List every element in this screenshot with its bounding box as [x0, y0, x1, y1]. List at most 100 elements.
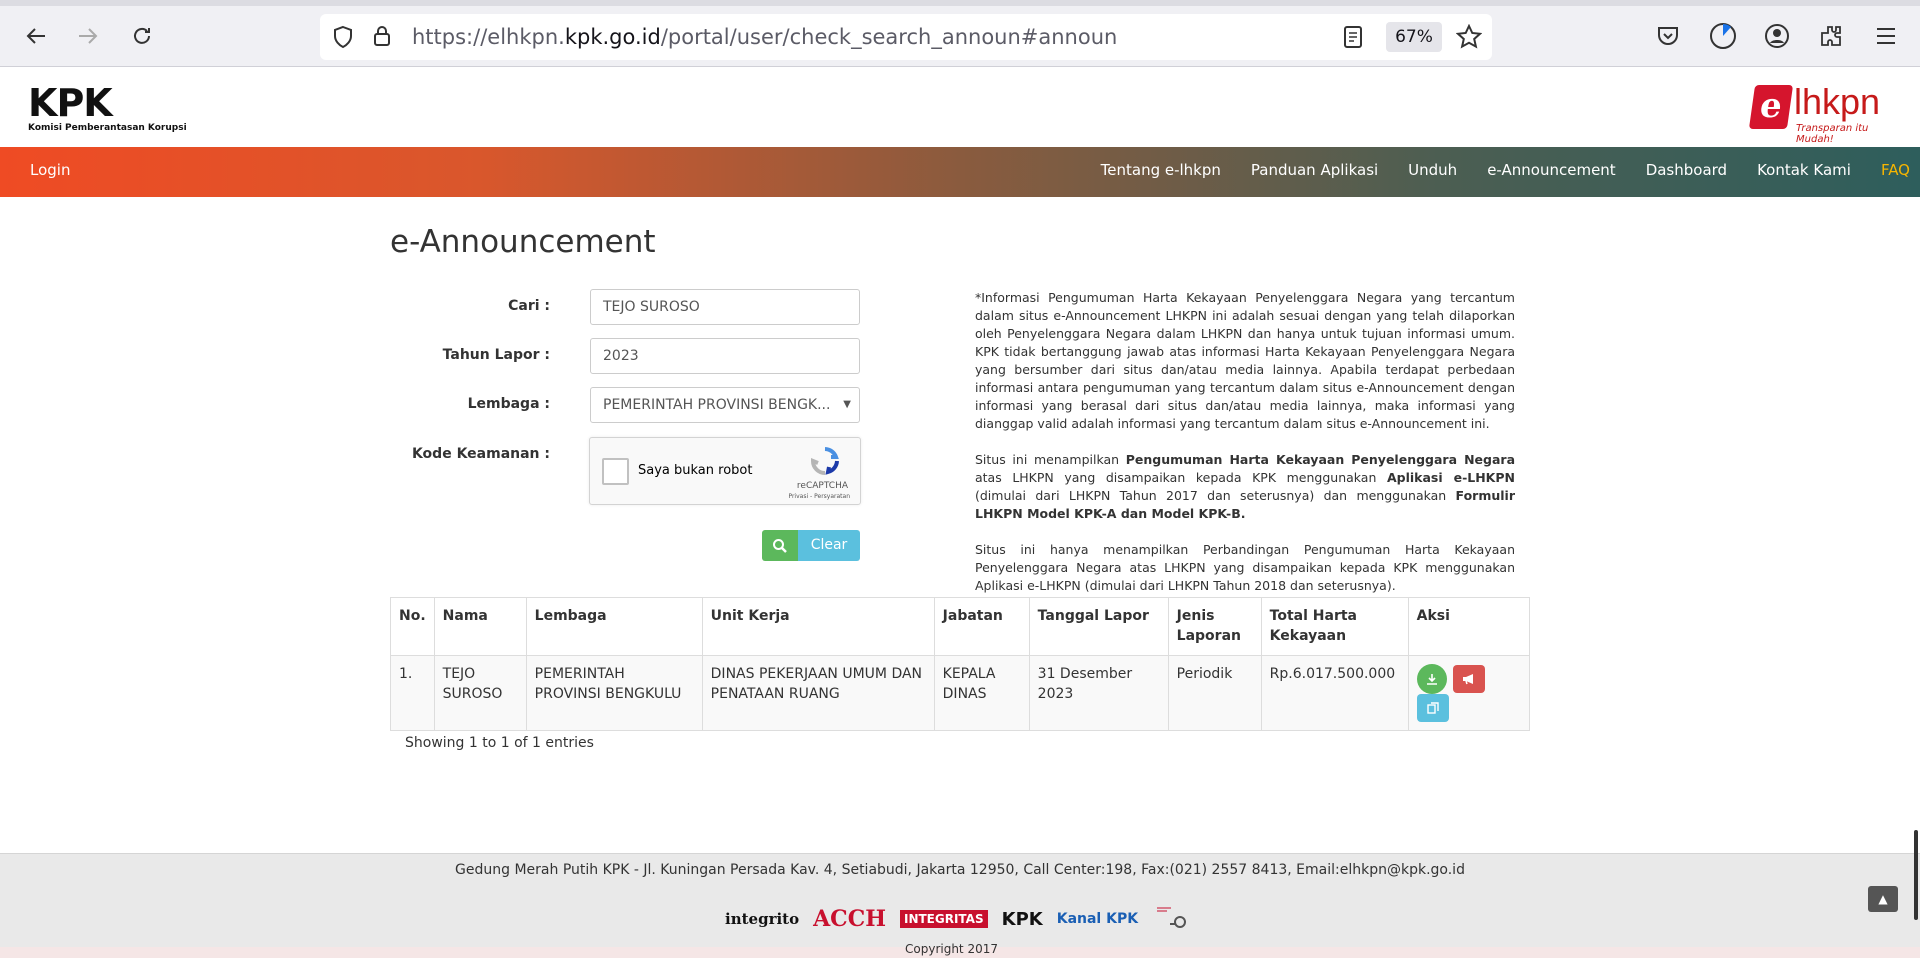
kanal-kpk-logo[interactable]: Kanal KPK	[1057, 911, 1138, 927]
acch-logo[interactable]: ACCH	[813, 906, 886, 932]
url-suffix: /portal/user/check_search_announ#announ	[660, 25, 1118, 49]
download-button[interactable]	[1416, 664, 1447, 694]
url-bar[interactable]: https://elhkpn.kpk.go.id/portal/user/che…	[320, 14, 1492, 60]
recaptcha-widget: Saya bukan robot reCAPTCHA Privasi - Per…	[589, 437, 861, 505]
account-icon[interactable]	[1761, 20, 1793, 52]
integritas-logo[interactable]: INTEGRITAS	[899, 910, 988, 928]
col-header-unit-kerja[interactable]: Unit Kerja	[701, 597, 935, 656]
info-p2-a: Situs ini menampilkan	[975, 452, 1126, 467]
cari-input[interactable]: TEJO SUROSO	[590, 289, 860, 325]
login-link[interactable]: Login	[30, 161, 70, 179]
nav-menu: Tentang e-lhkpn Panduan Aplikasi Unduh e…	[1101, 161, 1920, 179]
megaphone-icon	[1463, 674, 1474, 685]
tahun-row: Tahun Lapor : 2023	[390, 338, 860, 374]
scrollbar-thumb[interactable]	[1914, 830, 1918, 920]
compare-button[interactable]	[1416, 694, 1449, 722]
search-button[interactable]	[762, 530, 798, 561]
tab-strip-edge	[0, 0, 1920, 6]
col-header-jabatan[interactable]: Jabatan	[933, 597, 1030, 656]
col-header-no[interactable]: No.	[390, 597, 435, 656]
info-p2-e: (dimulai dari LHKPN Tahun 2017 dan seter…	[975, 488, 1456, 503]
col-header-jenis[interactable]: Jenis Laporan	[1167, 597, 1262, 656]
url-prefix: https://elhkpn.	[412, 25, 565, 49]
footer-partner-logos: integrito ACCH INTEGRITAS KPK Kanal KPK	[725, 902, 1206, 936]
nav-dashboard[interactable]: Dashboard	[1646, 161, 1727, 179]
col-header-aksi: Aksi	[1407, 597, 1531, 656]
col-header-lembaga[interactable]: Lembaga	[525, 597, 703, 656]
kpk-footer-logo[interactable]: KPK	[1002, 909, 1043, 930]
bookmark-star-icon[interactable]	[1455, 23, 1483, 54]
nav-faq[interactable]: FAQ	[1881, 161, 1910, 179]
nav-unduh[interactable]: Unduh	[1408, 161, 1457, 179]
reader-view-icon[interactable]	[1343, 25, 1363, 53]
downloads-progress-icon[interactable]	[1707, 20, 1739, 52]
cari-row: Cari : TEJO SUROSO	[390, 289, 860, 325]
zoom-level-badge[interactable]: 67%	[1386, 22, 1442, 52]
lembaga-label: Lembaga :	[467, 396, 550, 412]
info-paragraph-1: *Informasi Pengumuman Harta Kekayaan Pen…	[975, 290, 1515, 431]
lembaga-selected-value: PEMERINTAH PROVINSI BENGK...	[603, 397, 831, 413]
lembaga-row: Lembaga : PEMERINTAH PROVINSI BENGK... ▼	[390, 387, 860, 423]
reload-icon[interactable]	[126, 20, 158, 52]
info-p2-d: Aplikasi e-LHKPN	[1386, 470, 1515, 485]
shield-icon[interactable]	[332, 25, 354, 53]
cell-jabatan: KEPALA DINAS	[933, 655, 1030, 731]
cell-lembaga: PEMERINTAH PROVINSI BENGKULU	[525, 655, 703, 731]
table-info-showing: Showing 1 to 1 of 1 entries	[405, 735, 594, 751]
cell-unit-kerja: DINAS PEKERJAAN UMUM DAN PENATAAN RUANG	[701, 655, 935, 731]
page-title: e-Announcement	[390, 224, 656, 260]
nav-kontak[interactable]: Kontak Kami	[1757, 161, 1851, 179]
recaptcha-brand: reCAPTCHA	[796, 481, 848, 491]
elhkpn-logo-e: e	[1748, 85, 1794, 129]
main-navbar: Login Tentang e-lhkpn Panduan Aplikasi U…	[0, 147, 1920, 197]
url-text[interactable]: https://elhkpn.kpk.go.id/portal/user/che…	[412, 25, 1117, 49]
lock-icon[interactable]	[372, 24, 392, 52]
kode-label: Kode Keamanan :	[411, 446, 550, 462]
nav-panduan[interactable]: Panduan Aplikasi	[1251, 161, 1378, 179]
cell-total-harta: Rp.6.017.500.000	[1260, 655, 1409, 731]
recaptcha-checkbox[interactable]	[602, 458, 629, 485]
tahun-input[interactable]: 2023	[590, 338, 860, 374]
whistleblower-icon[interactable]	[1152, 902, 1192, 936]
copy-icon	[1426, 702, 1439, 714]
copyright-text: Copyright 2017	[905, 942, 998, 956]
cell-jenis: Periodik	[1167, 655, 1262, 731]
browser-toolbar: https://elhkpn.kpk.go.id/portal/user/che…	[0, 0, 1920, 67]
elhkpn-logo[interactable]: e lhkpn Transparan itu Mudah!	[1748, 81, 1902, 145]
kpk-logo-subtitle: Komisi Pemberantasan Korupsi	[28, 123, 187, 133]
cell-aksi	[1407, 655, 1531, 731]
clear-button[interactable]: Clear	[798, 530, 860, 561]
info-p2-c: atas LHKPN yang disampaikan kepada KPK m…	[975, 470, 1387, 485]
elhkpn-logo-text: lhkpn	[1794, 81, 1881, 122]
tahun-label: Tahun Lapor :	[442, 347, 550, 363]
kpk-logo-text: KPK	[28, 81, 113, 125]
recaptcha-logo-icon	[810, 446, 840, 476]
integrito-logo[interactable]: integrito	[725, 910, 799, 928]
footer-address: Gedung Merah Putih KPK - Jl. Kuningan Pe…	[455, 862, 1465, 878]
menu-hamburger-icon[interactable]	[1870, 20, 1902, 52]
col-header-nama[interactable]: Nama	[433, 597, 527, 656]
nav-tentang[interactable]: Tentang e-lhkpn	[1101, 161, 1221, 179]
extensions-icon[interactable]	[1815, 20, 1847, 52]
scroll-to-top-button[interactable]: ▲	[1868, 886, 1898, 912]
search-icon	[773, 538, 787, 553]
recaptcha-links[interactable]: Privasi - Persyaratan	[788, 493, 850, 500]
pocket-icon[interactable]	[1652, 20, 1684, 52]
announce-button[interactable]	[1453, 665, 1486, 693]
recaptcha-label: Saya bukan robot	[638, 463, 753, 478]
kpk-logo[interactable]: KPK Komisi Pemberantasan Korupsi	[28, 81, 187, 133]
cell-nama: TEJO SUROSO	[433, 655, 527, 731]
info-p2-b: Pengumuman Harta Kekayaan Penyelenggara …	[1125, 452, 1516, 467]
elhkpn-tagline: Transparan itu Mudah!	[1796, 123, 1869, 145]
col-header-tanggal[interactable]: Tanggal Lapor	[1028, 597, 1169, 656]
table-row: 1. TEJO SUROSO PEMERINTAH PROVINSI BENGK…	[390, 655, 1531, 731]
url-domain: kpk.go.id	[564, 25, 661, 49]
results-table: No. Nama Lembaga Unit Kerja Jabatan Tang…	[390, 597, 1531, 731]
cell-tanggal: 31 Desember 2023	[1028, 655, 1169, 731]
lembaga-select[interactable]: PEMERINTAH PROVINSI BENGK... ▼	[590, 387, 860, 423]
nav-e-announcement[interactable]: e-Announcement	[1487, 161, 1615, 179]
forward-icon[interactable]	[72, 20, 104, 52]
back-icon[interactable]	[20, 20, 52, 52]
col-header-total-harta[interactable]: Total Harta Kekayaan	[1260, 597, 1409, 656]
info-paragraph-3: Situs ini hanya menampilkan Perbandingan…	[975, 542, 1515, 593]
